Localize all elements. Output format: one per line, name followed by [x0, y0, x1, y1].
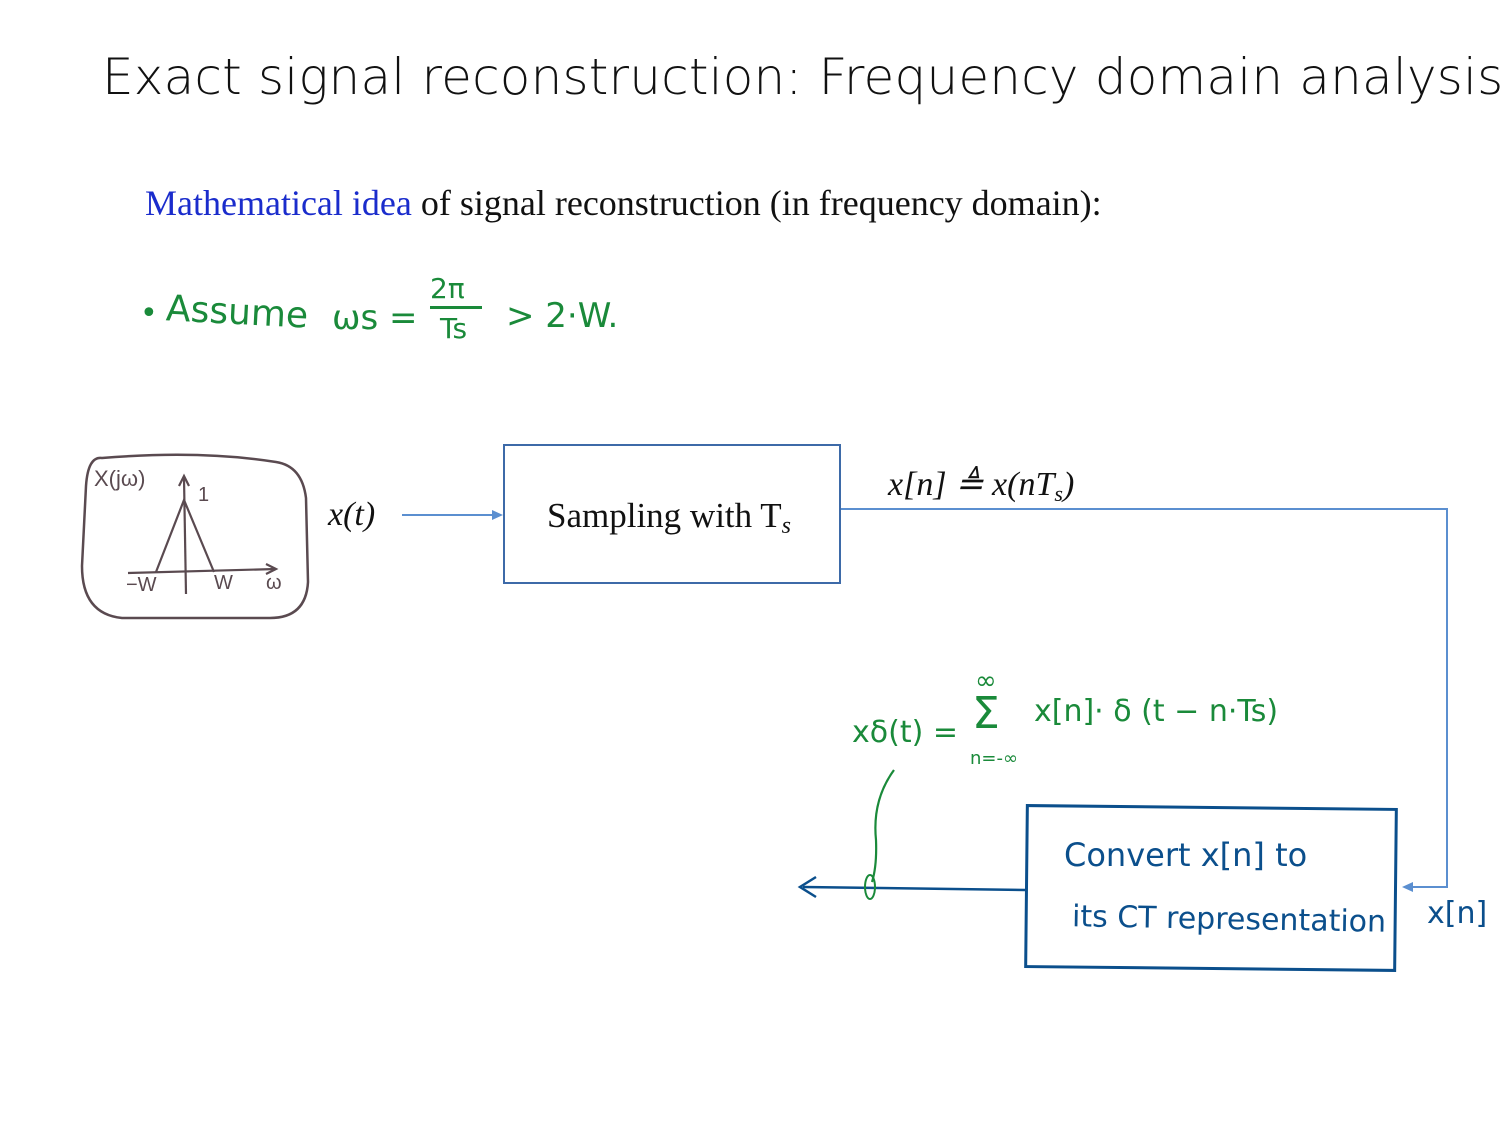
input-signal-label: x(t): [328, 496, 376, 533]
samples-arrow-head: [1402, 882, 1413, 892]
impulse-pointer-curve: [870, 769, 895, 883]
input-arrow-head: [492, 510, 503, 520]
sampling-box-label: Sampling with Ts: [547, 496, 791, 539]
impulse-rhs: x[n]· δ (t − n·Ts): [1034, 694, 1279, 729]
impulse-sum-bottom: n=-∞: [970, 748, 1018, 769]
sample-definition: x[n] ≜ x(nTs): [888, 466, 1075, 506]
sampling-box: Sampling with Ts: [503, 444, 841, 584]
impulse-lhs: xδ(t) =: [852, 715, 958, 750]
xn-side-label: x[n]: [1427, 896, 1488, 931]
convert-box: [1024, 804, 1398, 972]
convert-line-1: Convert x[n] to: [1064, 836, 1308, 874]
impulse-sum-symbol: Σ: [972, 688, 1000, 739]
convert-line-2: its CT representation: [1071, 899, 1387, 940]
output-arrow-line: [802, 885, 1026, 892]
